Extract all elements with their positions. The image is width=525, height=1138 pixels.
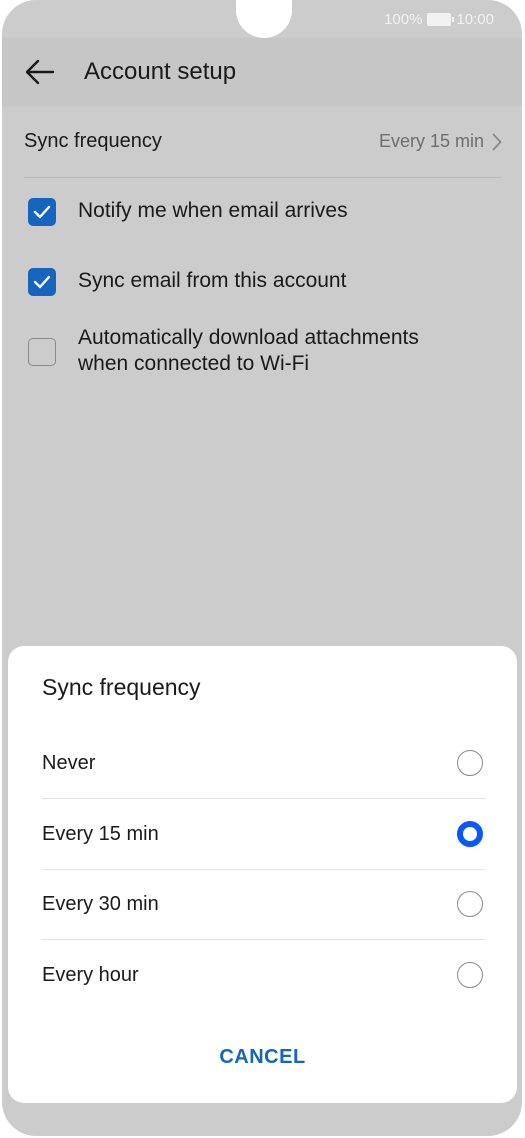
radio-button[interactable]	[457, 750, 483, 776]
radio-button[interactable]	[457, 962, 483, 988]
sync-frequency-dialog: Sync frequency Never Every 15 min Every …	[8, 646, 517, 1103]
option-every-hour[interactable]: Every hour	[42, 940, 485, 1010]
page-title: Account setup	[84, 58, 237, 85]
clock: 10:00	[456, 10, 494, 28]
sync-email-checkbox[interactable]	[28, 268, 56, 296]
phone-screen: 100% 10:00 Account setup Sync frequency …	[2, 0, 522, 1136]
radio-button[interactable]	[457, 891, 483, 917]
auto-download-label: Automatically download attachments when …	[78, 325, 419, 377]
battery-icon	[427, 12, 455, 26]
cancel-button[interactable]: CANCEL	[8, 1046, 517, 1069]
camera-notch	[236, 0, 292, 38]
checkmark-icon	[33, 275, 51, 289]
chevron-right-icon	[492, 133, 502, 150]
option-every-30-min[interactable]: Every 30 min	[42, 869, 485, 940]
status-bar: 100% 10:00	[384, 9, 494, 29]
notify-email-row[interactable]: Notify me when email arrives	[28, 198, 348, 226]
option-never[interactable]: Never	[42, 728, 485, 799]
auto-download-checkbox[interactable]	[28, 338, 56, 366]
auto-download-row[interactable]: Automatically download attachments when …	[28, 325, 419, 377]
app-bar: Account setup	[2, 38, 522, 106]
notify-email-checkbox[interactable]	[28, 198, 56, 226]
sync-frequency-value-text: Every 15 min	[378, 131, 484, 151]
auto-download-label-line1: Automatically download attachments	[78, 326, 419, 349]
auto-download-label-line2: when connected to Wi-Fi	[78, 352, 310, 375]
radio-button-selected[interactable]	[457, 821, 483, 847]
notify-email-label: Notify me when email arrives	[78, 199, 348, 222]
sync-email-row[interactable]: Sync email from this account	[28, 268, 346, 296]
sync-frequency-label: Sync frequency	[24, 130, 162, 152]
dialog-title: Sync frequency	[42, 674, 201, 700]
option-label: Never	[42, 751, 96, 774]
sync-email-label: Sync email from this account	[78, 269, 347, 292]
battery-percentage: 100%	[384, 10, 423, 28]
option-label: Every 30 min	[42, 892, 159, 915]
option-label: Every hour	[42, 963, 139, 986]
back-button[interactable]	[22, 54, 58, 90]
sync-frequency-value: Every 15 min	[379, 131, 502, 152]
checkmark-icon	[33, 205, 51, 219]
sync-frequency-row[interactable]: Sync frequency Every 15 min	[24, 106, 502, 178]
option-label: Every 15 min	[42, 822, 159, 845]
option-every-15-min[interactable]: Every 15 min	[42, 799, 485, 870]
arrow-left-icon	[25, 59, 55, 85]
